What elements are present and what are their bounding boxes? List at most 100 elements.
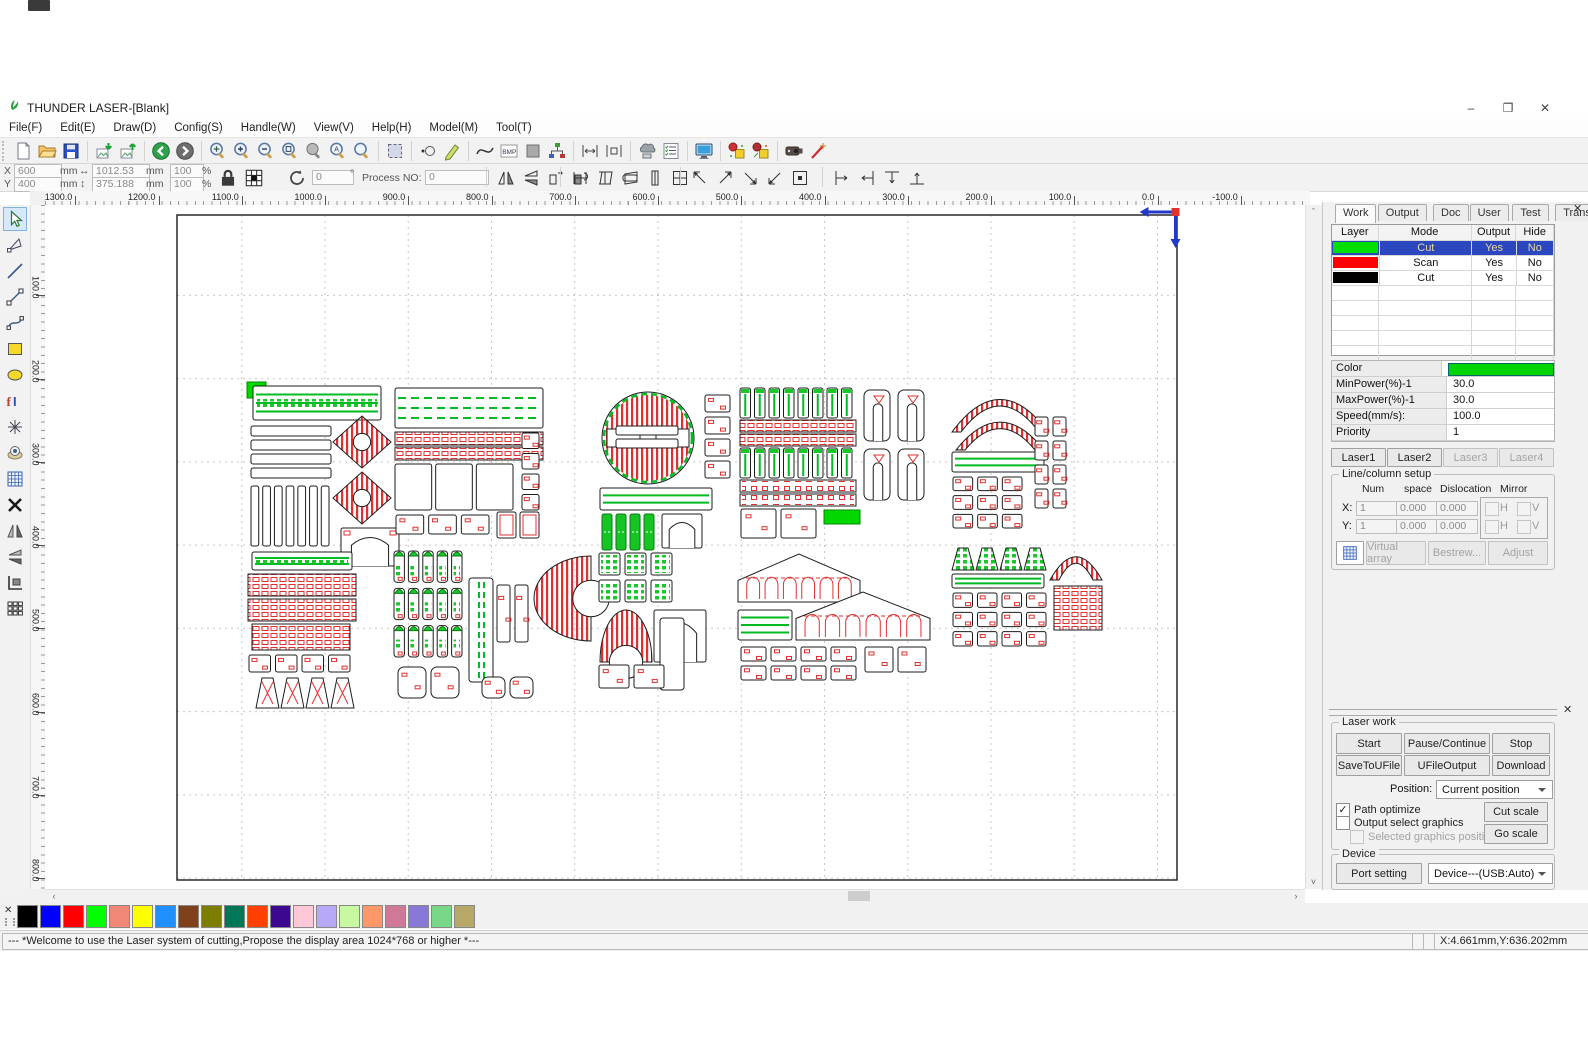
layer-row[interactable]: ScanYesNo <box>1332 256 1554 271</box>
camera-button[interactable] <box>782 139 806 162</box>
union-rect-button[interactable] <box>618 166 641 189</box>
bestrew--button[interactable]: Bestrew... <box>1428 541 1486 565</box>
mirror-h-checkbox[interactable] <box>1485 520 1499 534</box>
stop-button[interactable]: Stop <box>1492 733 1550 754</box>
vertical-scrollbar[interactable]: ˆ ˅ <box>1305 205 1322 889</box>
savetoufile-button[interactable]: SaveToUFile <box>1336 755 1402 776</box>
delete-tool-button[interactable] <box>3 493 27 517</box>
dot-edit-button[interactable] <box>416 139 440 162</box>
y-position-field[interactable]: 400 <box>14 177 62 192</box>
scroll-left-icon[interactable]: ‹ <box>47 890 61 902</box>
ufileoutput-button[interactable]: UFileOutput <box>1404 755 1490 776</box>
menu-help[interactable]: Help(H) <box>363 120 421 136</box>
laser-tab-3[interactable]: Laser3 <box>1443 448 1498 467</box>
align-top-button[interactable] <box>880 166 903 189</box>
splitter-close-icon[interactable]: ✕ <box>1563 705 1572 715</box>
menu-file[interactable]: File(F) <box>0 120 51 136</box>
menu-config[interactable]: Config(S) <box>165 120 232 136</box>
palette-color-7[interactable] <box>155 905 176 928</box>
scroll-right-icon[interactable]: › <box>1289 890 1303 902</box>
horizontal-scrollbar[interactable]: ‹ › <box>45 889 1305 903</box>
mirror-v-checkbox[interactable] <box>1517 520 1531 534</box>
select-arrow-button[interactable] <box>3 207 27 231</box>
weld-h-button[interactable] <box>568 166 591 189</box>
layer-color-swatch[interactable] <box>1333 257 1378 268</box>
tab-work[interactable]: Work <box>1335 204 1376 223</box>
zoom-page-button[interactable] <box>278 139 302 162</box>
mirror-h-tool-button[interactable] <box>3 519 27 543</box>
anchor-grid-button[interactable] <box>242 166 266 190</box>
draw-curve-button[interactable] <box>473 139 497 162</box>
preview-sim-button[interactable] <box>749 139 773 162</box>
property-value[interactable]: 30.0 <box>1447 377 1554 392</box>
menu-tool[interactable]: Tool(T) <box>487 120 541 136</box>
palette-color-12[interactable] <box>270 905 291 928</box>
tab-user[interactable]: User <box>1470 204 1509 221</box>
color-value-swatch[interactable] <box>1448 363 1554 376</box>
design-group[interactable] <box>599 553 706 690</box>
import-image-button[interactable] <box>92 139 116 162</box>
menu-model[interactable]: Model(M) <box>420 120 487 136</box>
zoom-pick-button[interactable] <box>350 139 374 162</box>
scale-y-field[interactable]: 100 <box>170 177 204 192</box>
output-select-graphics-checkbox[interactable] <box>1336 816 1350 830</box>
minimize-button[interactable]: – <box>1456 98 1486 117</box>
palette-close-icon[interactable]: ✕ <box>4 906 12 916</box>
palette-color-18[interactable] <box>408 905 429 928</box>
y-array-field-2[interactable]: 0.000 <box>1436 519 1478 534</box>
palette-color-20[interactable] <box>454 905 475 928</box>
mirror-h-checkbox[interactable] <box>1485 502 1499 516</box>
to-center-button[interactable] <box>788 166 811 189</box>
pause-continue-button[interactable]: Pause/Continue <box>1404 733 1490 754</box>
polyline-tool-button[interactable] <box>3 285 27 309</box>
scroll-down-icon[interactable]: ˅ <box>1306 875 1321 889</box>
back-button[interactable] <box>149 139 173 162</box>
palette-color-15[interactable] <box>339 905 360 928</box>
process-no-field[interactable]: 0 <box>425 170 489 185</box>
save-file-button[interactable] <box>59 139 83 162</box>
panel-close-icon[interactable]: ✕ <box>1573 204 1582 214</box>
mirror-v-tool-button[interactable] <box>3 545 27 569</box>
drawing-canvas[interactable] <box>45 205 1305 889</box>
capture-tool-button[interactable] <box>3 441 27 465</box>
preview-screen-button[interactable] <box>692 139 716 162</box>
layer-color-swatch[interactable] <box>1333 242 1378 253</box>
design-group[interactable] <box>952 399 1067 528</box>
menu-view[interactable]: View(V) <box>305 120 363 136</box>
tab-doc[interactable]: Doc <box>1433 204 1469 221</box>
palette-color-14[interactable] <box>316 905 337 928</box>
select-rect-button[interactable] <box>383 139 407 162</box>
fill-rect-button[interactable] <box>521 139 545 162</box>
tab-output[interactable]: Output <box>1378 204 1427 221</box>
palette-color-1[interactable] <box>17 905 38 928</box>
laser-pointer-button[interactable] <box>806 139 830 162</box>
laser-tab-2[interactable]: Laser2 <box>1387 448 1442 467</box>
grid-array-tool-button[interactable] <box>3 467 27 491</box>
y-array-field-1[interactable]: 0.000 <box>1396 519 1438 534</box>
palette-color-4[interactable] <box>86 905 107 928</box>
menu-draw[interactable]: Draw(D) <box>104 120 165 136</box>
palette-color-10[interactable] <box>224 905 245 928</box>
x-array-field-0[interactable]: 1 <box>1356 501 1398 516</box>
line-tool-button[interactable] <box>3 259 27 283</box>
mirror-obj-h-button[interactable] <box>494 166 517 189</box>
weld-v-button[interactable] <box>593 166 616 189</box>
zoom-all-button[interactable]: A <box>326 139 350 162</box>
align-left-button[interactable] <box>830 166 853 189</box>
palette-color-5[interactable] <box>109 905 130 928</box>
virtual-array-button[interactable]: Virtual array <box>1366 541 1426 565</box>
to-bottom-right-button[interactable] <box>738 166 761 189</box>
layer-row[interactable]: CutYesNo <box>1332 241 1554 256</box>
laser-tab-4[interactable]: Laser4 <box>1499 448 1554 467</box>
design-group[interactable] <box>738 554 930 680</box>
export-image-button[interactable] <box>116 139 140 162</box>
lock-ratio-button[interactable] <box>216 166 240 190</box>
layer-row[interactable]: CutYesNo <box>1332 271 1554 286</box>
open-file-button[interactable] <box>35 139 59 162</box>
to-top-right-button[interactable] <box>713 166 736 189</box>
hscroll-thumb[interactable] <box>848 891 870 901</box>
palette-color-19[interactable] <box>431 905 452 928</box>
cut-scale-button[interactable]: Cut scale <box>1484 802 1548 822</box>
trim-rect-button[interactable] <box>643 166 666 189</box>
to-bottom-left-button[interactable] <box>763 166 786 189</box>
